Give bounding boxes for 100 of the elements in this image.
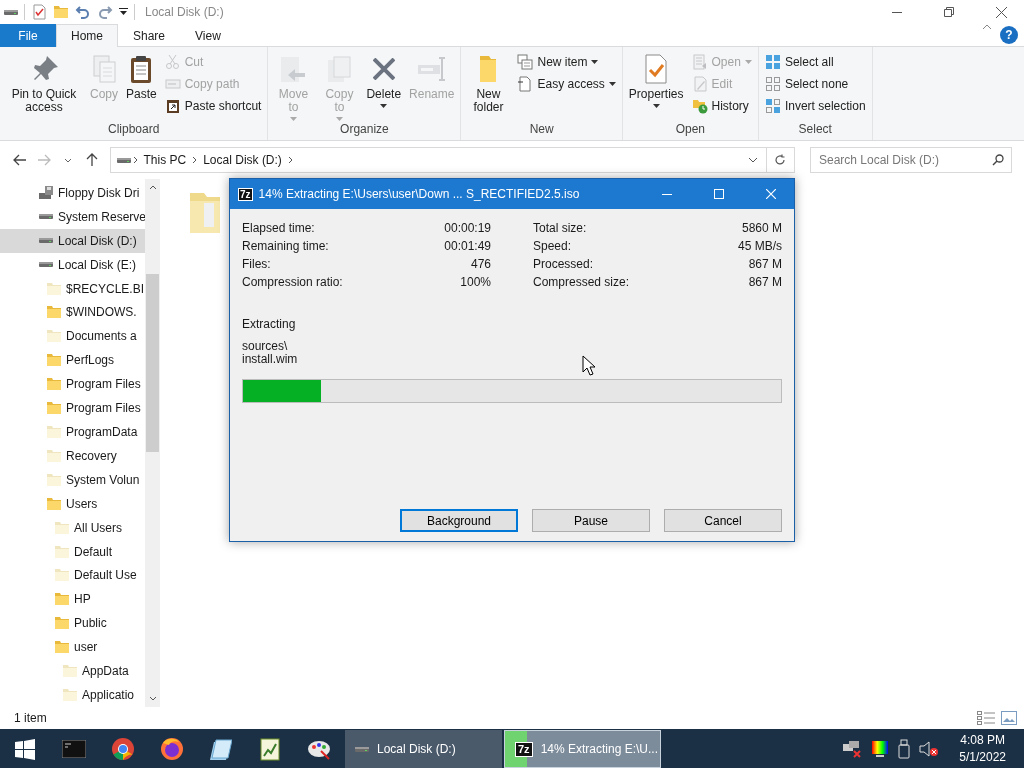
dropdown-icon[interactable] (119, 8, 128, 16)
caret-icon (608, 82, 616, 86)
tree-item[interactable]: user (0, 635, 145, 660)
tree-item[interactable]: Documents a (0, 324, 145, 349)
stat-label: Compression ratio: (242, 275, 344, 289)
tree-item[interactable]: Users (0, 491, 145, 516)
arrow-page-icon (280, 55, 307, 83)
tree-item[interactable]: Local Disk (E:) (0, 252, 145, 277)
clock[interactable]: 4:08 PM 5/1/2022 (953, 731, 1012, 767)
stat-value: 00:01:49 (444, 239, 491, 253)
large-icons-view-button[interactable] (998, 711, 1020, 725)
refresh-icon (774, 154, 787, 166)
folder-icon (55, 641, 69, 654)
file-path: sources\ (242, 340, 288, 353)
redo-icon[interactable] (97, 4, 113, 20)
stat-value: 00:00:19 (444, 221, 491, 235)
scroll-up-icon[interactable] (148, 185, 157, 190)
ribbon-button[interactable]: Pin to Quick access (3, 49, 85, 121)
tree-item[interactable]: Default (0, 539, 145, 564)
network-error-icon[interactable] (842, 740, 863, 758)
ribbon-button[interactable]: Select none (761, 73, 869, 95)
tree-item[interactable]: Applicatio (0, 683, 145, 707)
ribbon-button[interactable]: Select all (761, 51, 869, 73)
speaker-muted-icon[interactable] (919, 741, 940, 757)
ribbon-button[interactable]: Paste (123, 49, 160, 121)
stat-label: Compressed size: (533, 275, 631, 289)
caret-icon (744, 60, 752, 64)
grid-icon (764, 54, 781, 70)
tree-item[interactable]: Program Files (0, 372, 145, 397)
scrollbar[interactable] (145, 179, 160, 707)
address-bar[interactable]: This PC Local Disk (D:) (109, 147, 795, 173)
tree-item[interactable]: PerfLogs (0, 348, 145, 373)
drive-icon (116, 157, 131, 163)
tree-item[interactable]: Local Disk (D:) (0, 228, 145, 253)
ribbon-button[interactable]: Properties (625, 49, 687, 121)
search-field[interactable]: Search Local Disk (D:) (810, 147, 1012, 173)
taskbar-window-button[interactable]: Local Disk (D:) (345, 730, 502, 768)
folder-icon (63, 665, 77, 678)
tree-item[interactable]: AppData (0, 659, 145, 684)
group-label: Organize (339, 121, 390, 138)
stat-label: Elapsed time: (242, 221, 316, 235)
drive-icon (39, 238, 53, 244)
folder-icon (55, 521, 69, 534)
drive-icon (355, 746, 369, 752)
tree-item[interactable]: Floppy Disk Dri (0, 181, 145, 205)
stat-label: Remaining time: (242, 239, 330, 253)
file-menu-tab[interactable]: File (0, 24, 56, 47)
taskbar-window-button[interactable]: 7z 14% Extracting E:\U... (504, 730, 661, 768)
ribbon-tab[interactable]: Home (56, 24, 118, 47)
ribbon-button[interactable]: New item (514, 51, 619, 73)
ribbon-button[interactable]: New folder (464, 49, 513, 121)
tree-item[interactable]: ProgramData (0, 420, 145, 444)
stat-label: Speed: (533, 239, 573, 253)
tree-item[interactable]: System Volun (0, 467, 145, 492)
tree-item[interactable]: $WINDOWS. (0, 300, 145, 325)
folder-icon (47, 497, 61, 510)
dialog-button[interactable]: Pause (532, 509, 650, 532)
tree-item[interactable]: Default Use (0, 563, 145, 588)
help-button[interactable]: ? (1000, 26, 1018, 44)
ribbon-tab[interactable]: View (180, 24, 236, 47)
collapse-ribbon-icon[interactable] (982, 24, 992, 30)
tree-item[interactable]: $RECYCLE.BI (0, 276, 145, 301)
breadcrumb[interactable]: Local Disk (D:) (199, 153, 286, 167)
tree-item[interactable]: HP (0, 587, 145, 612)
clipboard-icon (130, 54, 153, 84)
tree-item[interactable]: Program Files (0, 396, 145, 421)
ribbon-button[interactable]: Easy access (514, 73, 619, 95)
checkmark-document-icon (645, 54, 668, 84)
chart-document-icon (258, 737, 281, 761)
folder-icon (47, 473, 61, 486)
scissors-icon (164, 54, 181, 70)
caret-icon (335, 117, 343, 121)
usb-drive-icon[interactable] (898, 739, 911, 759)
pages-icon (92, 55, 116, 83)
folder-icon (55, 569, 69, 582)
ribbon-button[interactable]: Invert selection (761, 95, 869, 117)
tree-item[interactable]: All Users (0, 515, 145, 540)
ribbon-button[interactable]: History (688, 95, 755, 117)
scroll-down-icon[interactable] (148, 696, 157, 701)
document-icon (691, 54, 708, 70)
tree-item[interactable]: Public (0, 611, 145, 636)
folder-icon (47, 282, 61, 295)
ribbon-button[interactable]: Paste shortcut (161, 95, 265, 117)
dialog-button[interactable]: Background (400, 509, 518, 532)
dialog-button[interactable]: Cancel (664, 509, 782, 532)
item-count: 1 item (14, 711, 47, 725)
stat-value: 5860 M (740, 221, 782, 235)
undo-icon[interactable] (75, 4, 91, 20)
image-icon (1001, 711, 1017, 725)
folder-icon (55, 545, 69, 558)
display-color-icon[interactable] (871, 740, 890, 758)
path-icon (164, 76, 181, 92)
tree-item[interactable]: Recovery (0, 443, 145, 468)
breadcrumb[interactable]: This PC (139, 153, 191, 167)
ribbon-button[interactable]: Delete (363, 49, 405, 121)
ribbon-tab[interactable]: Share (118, 24, 181, 47)
checklist-icon[interactable] (31, 4, 47, 20)
details-view-button[interactable] (974, 711, 998, 725)
tree-item[interactable]: System Reserve (0, 204, 145, 229)
folder-icon (47, 402, 61, 415)
